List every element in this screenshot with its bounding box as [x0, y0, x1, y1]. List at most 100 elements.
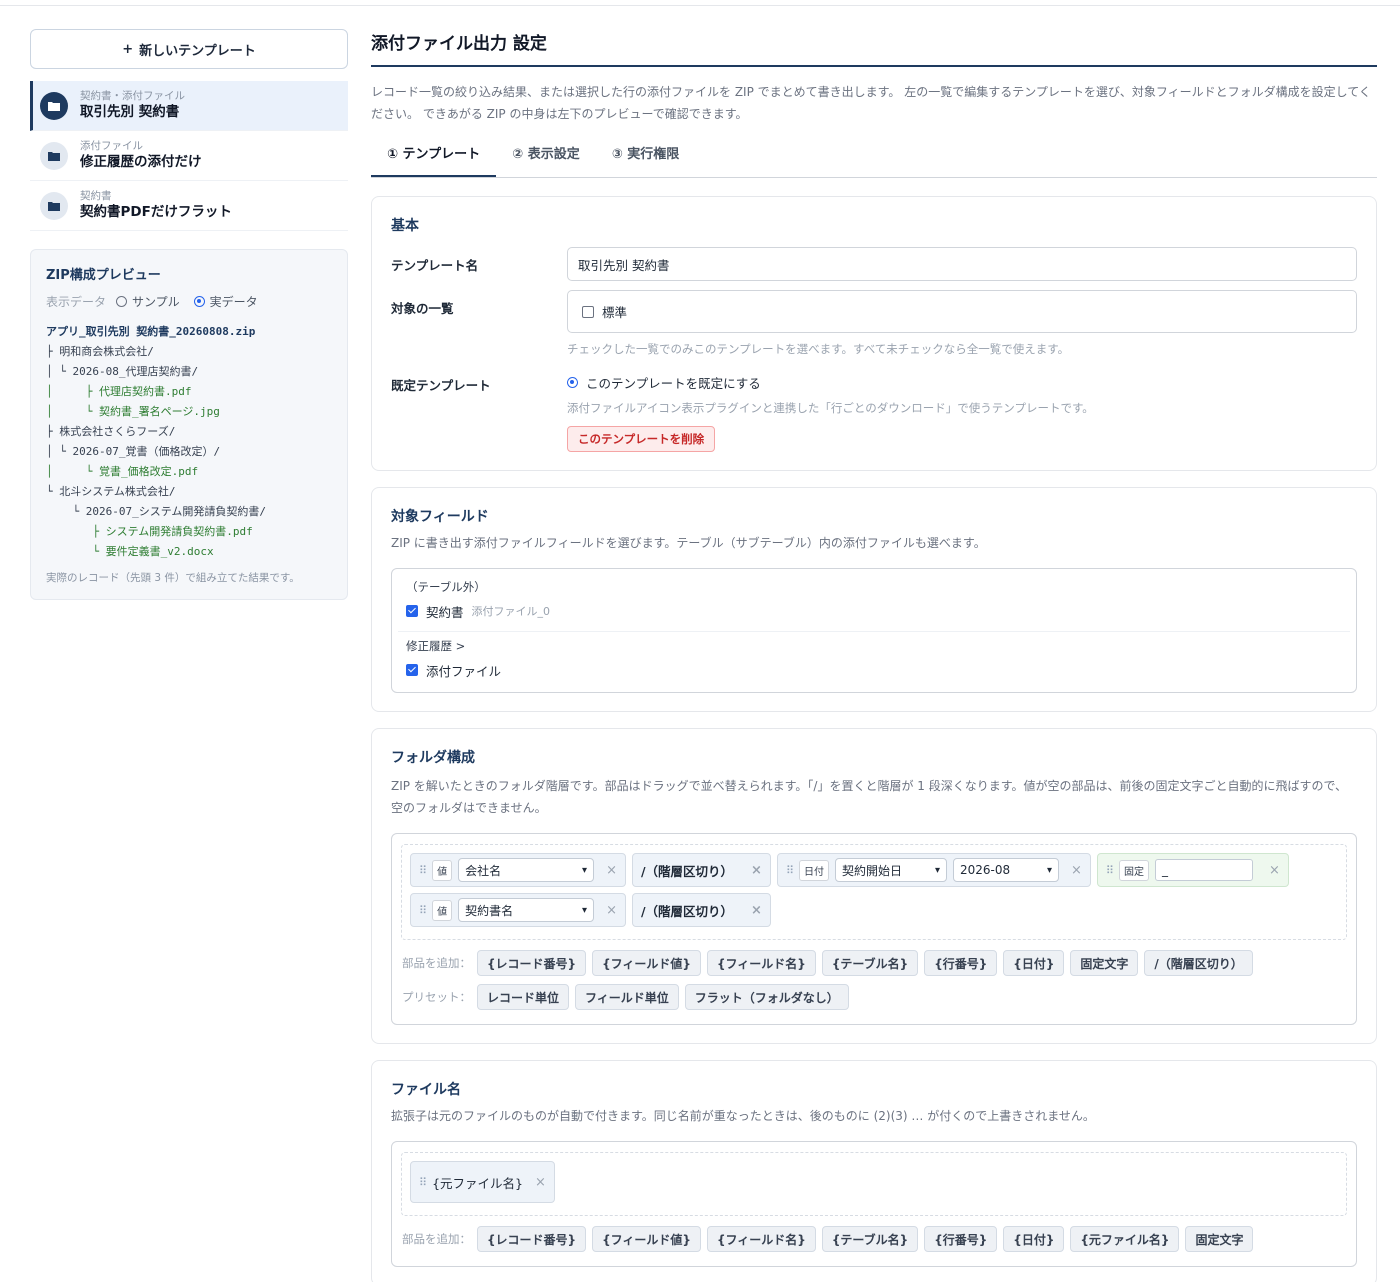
add-part-button[interactable]: /（階層区切り） [1144, 950, 1253, 976]
part-chip[interactable]: ⠿ 値 会社名 ▾ × [410, 853, 626, 887]
add-part-button[interactable]: {行番号} [924, 950, 998, 976]
fixed-text-chip[interactable]: ⠿ 固定 _ × [1096, 853, 1289, 887]
tree-file: │ └ 覚書_価格改定.pdf [46, 462, 332, 482]
remove-icon[interactable]: × [751, 863, 762, 878]
basic-section-title: 基本 [391, 218, 419, 234]
date-field-select[interactable]: 契約開始日 ▾ [835, 858, 948, 882]
field-select[interactable]: 契約書名 ▾ [458, 898, 595, 922]
tab-bar: ① テンプレート ② 表示設定 ③ 実行権限 [371, 145, 1377, 178]
chevron-down-icon: ▾ [582, 864, 588, 876]
template-item[interactable]: 契約書・添付ファイル 取引先別 契約書 [30, 81, 348, 131]
add-part-button[interactable]: {レコード番号} [477, 950, 587, 976]
new-template-button[interactable]: + 新しいテンプレート [30, 29, 348, 69]
add-parts-label: 部品を追加： [402, 1232, 471, 1246]
default-template-hint: 添付ファイルアイコン表示プラグインと連携した「行ごとのダウンロード」で使うテンプ… [567, 401, 1094, 415]
add-part-button[interactable]: {テーブル名} [821, 950, 919, 976]
field-item[interactable]: 契約書 添付ファイル_0 [406, 601, 1342, 621]
preset-button[interactable]: レコード単位 [477, 984, 570, 1010]
add-parts-row: 部品を追加： {レコード番号} {フィールド値} {フィールド名} {テーブル名… [401, 950, 1347, 976]
tree-folder: └ 北斗システム株式会社/ [46, 482, 332, 502]
remove-icon[interactable]: × [1269, 863, 1280, 878]
target-fields-description: ZIP に書き出す添付ファイルフィールドを選びます。テーブル（サブテーブル）内の… [391, 536, 986, 550]
tree-branch: │ ├ [46, 385, 99, 398]
add-part-button[interactable]: {フィールド値} [592, 950, 701, 976]
field-label: 契約書 [426, 604, 464, 620]
remove-icon[interactable]: × [1071, 863, 1082, 878]
add-part-button[interactable]: {フィールド名} [706, 950, 816, 976]
drag-handle-icon[interactable]: ⠿ [786, 864, 794, 877]
drag-handle-icon[interactable]: ⠿ [419, 904, 427, 917]
target-views-box: 標準 [567, 290, 1357, 333]
tree-label: 明和商会株式会社/ [59, 345, 154, 358]
tree-branch: ├ [46, 525, 106, 538]
tab-display-settings[interactable]: ② 表示設定 [496, 145, 596, 177]
default-template-radio[interactable]: このテンプレートを既定にする [567, 367, 1357, 392]
fixed-text-input[interactable]: _ [1154, 859, 1253, 881]
view-standard-checkbox[interactable] [582, 305, 594, 318]
drag-handle-icon[interactable]: ⠿ [1106, 864, 1114, 877]
filename-builder: ⠿ {元ファイル名} × 部品を追加： {レコード番号} {フィールド値} {フ… [391, 1141, 1357, 1267]
mode-sample-radio[interactable]: サンプル [116, 293, 180, 310]
default-template-option: このテンプレートを既定にする [586, 376, 761, 391]
add-part-button[interactable]: 固定文字 [1070, 950, 1139, 976]
field-checkbox[interactable] [406, 605, 418, 617]
part-type-tag: 値 [432, 859, 453, 881]
field-checkbox[interactable] [406, 664, 418, 676]
add-part-button[interactable]: {行番号} [924, 1226, 998, 1252]
preset-button[interactable]: フラット（フォルダなし） [684, 984, 849, 1010]
part-chip[interactable]: ⠿ {元ファイル名} × [410, 1161, 555, 1203]
template-item[interactable]: 契約書 契約書PDFだけフラット [30, 181, 348, 231]
add-part-button[interactable]: {元ファイル名} [1070, 1226, 1180, 1252]
drag-handle-icon[interactable]: ⠿ [419, 864, 427, 877]
zip-tree: アプリ_取引先別 契約書_20260808.zip ├ 明和商会株式会社/│ └ … [46, 322, 332, 562]
part-type-tag: 値 [432, 899, 453, 921]
tree-folder: ├ 株式会社さくらフーズ/ [46, 422, 332, 442]
remove-icon[interactable]: × [751, 903, 762, 918]
tab-template[interactable]: ① テンプレート [371, 145, 497, 177]
delete-template-button[interactable]: このテンプレートを削除 [567, 426, 716, 452]
part-chip[interactable]: ⠿ 日付 契約開始日 ▾ 2026-08 ▾ × [776, 853, 1091, 887]
add-part-button[interactable]: {フィールド値} [592, 1226, 701, 1252]
remove-icon[interactable]: × [606, 903, 617, 918]
add-part-button[interactable]: {日付} [1003, 950, 1065, 976]
mode-real-radio[interactable]: 実データ [193, 293, 258, 310]
template-name: 契約書PDFだけフラット [80, 204, 232, 220]
field-list: （テーブル外） 契約書 添付ファイル_0 修正履歴 > 添付ファイル [391, 568, 1357, 693]
tree-label: 株式会社さくらフーズ/ [59, 425, 176, 438]
preset-button[interactable]: フィールド単位 [575, 984, 679, 1010]
add-part-button[interactable]: 固定文字 [1185, 1226, 1254, 1252]
select-value: 会社名 [465, 863, 502, 878]
preview-note: 実際のレコード（先頭 3 件）で組み立てた結果です。 [46, 572, 300, 584]
radio-checked-icon [193, 296, 205, 307]
new-template-label: 新しいテンプレート [139, 43, 256, 59]
drag-handle-icon[interactable]: ⠿ [419, 1176, 427, 1189]
remove-icon[interactable]: × [535, 1175, 546, 1190]
preset-row: プリセット： レコード単位 フィールド単位 フラット（フォルダなし） [401, 984, 1347, 1010]
field-item[interactable]: 添付ファイル [406, 660, 1342, 680]
add-part-button[interactable]: {フィールド名} [706, 1226, 816, 1252]
zip-preview-title: ZIP構成プレビュー [46, 268, 161, 283]
field-select[interactable]: 会社名 ▾ [458, 858, 595, 882]
date-format-select[interactable]: 2026-08 ▾ [953, 858, 1060, 882]
page-description: レコード一覧の絞り込み結果、または選択した行の添付ファイルを ZIP でまとめて… [371, 85, 1371, 121]
default-template-label: 既定テンプレート [391, 378, 491, 393]
tree-branch: └ [46, 485, 60, 498]
remove-icon[interactable]: × [606, 863, 617, 878]
target-views-hint: チェックした一覧でのみこのテンプレートを選べます。すべて未チェックなら全一覧で使… [567, 342, 1070, 356]
template-item[interactable]: 添付ファイル 修正履歴の添付だけ [30, 131, 348, 181]
part-label: {元ファイル名} [432, 1175, 523, 1191]
template-list: 契約書・添付ファイル 取引先別 契約書 添付ファイル 修正履歴の添付だけ 契約書… [30, 81, 348, 231]
add-part-button[interactable]: {日付} [1003, 1226, 1065, 1252]
radio-icon [116, 296, 128, 307]
separator-chip[interactable]: /（階層区切り） × [631, 853, 771, 887]
field-group-title: （テーブル外） [406, 580, 486, 594]
tree-folder: │ └ 2026-07_覚書（価格改定）/ [46, 442, 332, 462]
add-part-button[interactable]: {テーブル名} [821, 1226, 919, 1252]
part-chip[interactable]: ⠿ 値 契約書名 ▾ × [410, 893, 626, 927]
separator-chip[interactable]: /（階層区切り） × [631, 893, 771, 927]
tree-branch: └ [46, 505, 86, 518]
template-name-input[interactable]: 取引先別 契約書 [567, 247, 1357, 281]
mode-real-label: 実データ [209, 295, 258, 309]
tab-permissions[interactable]: ③ 実行権限 [596, 145, 696, 177]
add-part-button[interactable]: {レコード番号} [477, 1226, 587, 1252]
